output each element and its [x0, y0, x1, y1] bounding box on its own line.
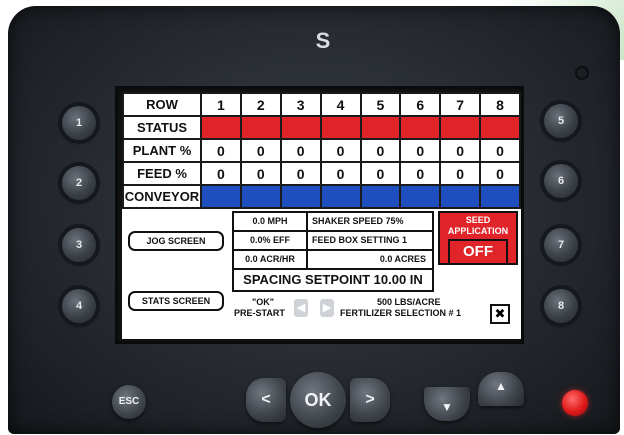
lower-panel: JOG SCREEN STATS SCREEN 0.0 MPH 0.0% EFF… [122, 209, 521, 339]
conveyor-indicator [319, 184, 362, 209]
plant-value: 0 [359, 138, 402, 163]
lcd-display: ROW 1 2 3 4 5 6 7 8 STATUS PLANT % 0 0 0… [122, 92, 521, 339]
conveyor-indicator [479, 184, 521, 209]
ok-button[interactable]: OK [290, 372, 346, 428]
conveyor-indicator [359, 184, 402, 209]
status-indicator [200, 115, 242, 140]
table-row-plant: PLANT % 0 0 0 0 0 0 0 0 [122, 138, 521, 163]
ok-message: "OK" [252, 297, 275, 307]
jog-screen-button[interactable]: JOG SCREEN [128, 231, 224, 251]
prev-arrow-button[interactable]: ◀ [294, 299, 308, 317]
seed-application-label: SEED APPLICATION [440, 215, 516, 237]
left-arrow-button[interactable]: < [246, 378, 286, 422]
soft-key-6[interactable]: 6 [544, 164, 578, 198]
seed-label-line1: SEED [465, 215, 491, 225]
conveyor-indicator [439, 184, 482, 209]
up-arrow-button[interactable]: ▲ [478, 372, 524, 406]
status-indicator [479, 115, 521, 140]
row-number: 3 [279, 92, 322, 117]
feed-value: 0 [359, 161, 402, 186]
chevron-right-icon: ▶ [322, 302, 332, 314]
status-indicator [399, 115, 442, 140]
table-row-header: ROW 1 2 3 4 5 6 7 8 [122, 92, 521, 117]
conveyor-indicator [279, 184, 322, 209]
conveyor-indicator [200, 184, 242, 209]
seed-label-line2: APPLICATION [447, 226, 509, 236]
feed-value: 0 [319, 161, 362, 186]
feed-value: 0 [439, 161, 482, 186]
fertilizer-rate: 500 LBS/ACRE [377, 297, 441, 307]
soft-key-3[interactable]: 3 [62, 228, 96, 262]
status-indicator [439, 115, 482, 140]
right-arrow-button[interactable]: > [350, 378, 390, 422]
plant-value: 0 [399, 138, 442, 163]
table-row-feed: FEED % 0 0 0 0 0 0 0 0 [122, 161, 521, 186]
row-number: 8 [479, 92, 521, 117]
status-label: STATUS [122, 115, 202, 140]
row-number: 6 [399, 92, 442, 117]
plant-value: 0 [319, 138, 362, 163]
tools-icon[interactable]: ✖ [490, 304, 510, 324]
brand-logo: S [315, 28, 331, 53]
stats-screen-button[interactable]: STATS SCREEN [128, 291, 224, 311]
light-sensor [575, 66, 589, 80]
speed-readout: 0.0 MPH [232, 211, 308, 232]
table-row-conveyor: CONVEYOR [122, 184, 521, 209]
soft-key-1[interactable]: 1 [62, 106, 96, 140]
feed-label: FEED % [122, 161, 202, 186]
feed-value: 0 [399, 161, 442, 186]
seed-application-toggle[interactable]: OFF [448, 239, 508, 265]
plant-value: 0 [439, 138, 482, 163]
row-number: 1 [200, 92, 242, 117]
shaker-speed-readout: SHAKER SPEED 75% [306, 211, 434, 232]
acres-readout: 0.0 ACRES [306, 249, 434, 270]
down-arrow-button[interactable]: ▼ [424, 387, 470, 421]
row-number: 5 [359, 92, 402, 117]
feed-value: 0 [479, 161, 521, 186]
plant-value: 0 [279, 138, 322, 163]
row-status-table: ROW 1 2 3 4 5 6 7 8 STATUS PLANT % 0 0 0… [122, 92, 521, 209]
soft-key-5[interactable]: 5 [544, 104, 578, 138]
pre-start-message: PRE-START [234, 308, 285, 318]
status-indicator [239, 115, 282, 140]
feed-value: 0 [239, 161, 282, 186]
esc-button[interactable]: ESC [112, 385, 146, 419]
feed-box-setting-readout: FEED BOX SETTING 1 [306, 230, 434, 251]
feed-value: 0 [279, 161, 322, 186]
spacing-setpoint: SPACING SETPOINT 10.00 IN [232, 268, 434, 292]
soft-key-8[interactable]: 8 [544, 289, 578, 323]
status-indicator [319, 115, 362, 140]
feed-value: 0 [200, 161, 242, 186]
acre-rate-readout: 0.0 ACR/HR [232, 249, 308, 270]
table-row-status: STATUS [122, 115, 521, 140]
conveyor-label: CONVEYOR [122, 184, 202, 209]
status-indicator [279, 115, 322, 140]
seed-application-panel[interactable]: SEED APPLICATION OFF [438, 211, 518, 265]
fertilizer-selection: FERTILIZER SELECTION # 1 [340, 308, 462, 318]
plant-label: PLANT % [122, 138, 202, 163]
plant-value: 0 [239, 138, 282, 163]
plant-value: 0 [200, 138, 242, 163]
lcd-screen: ROW 1 2 3 4 5 6 7 8 STATUS PLANT % 0 0 0… [115, 86, 524, 344]
efficiency-readout: 0.0% EFF [232, 230, 308, 251]
chevron-left-icon: ◀ [296, 302, 306, 314]
conveyor-indicator [399, 184, 442, 209]
row-number: 7 [439, 92, 482, 117]
soft-key-7[interactable]: 7 [544, 228, 578, 262]
row-number: 2 [239, 92, 282, 117]
soft-key-2[interactable]: 2 [62, 166, 96, 200]
conveyor-indicator [239, 184, 282, 209]
soft-key-4[interactable]: 4 [62, 289, 96, 323]
next-arrow-button[interactable]: ▶ [320, 299, 334, 317]
status-indicator [359, 115, 402, 140]
power-led[interactable] [562, 390, 588, 416]
row-header-label: ROW [122, 92, 202, 117]
row-number: 4 [319, 92, 362, 117]
plant-value: 0 [479, 138, 521, 163]
